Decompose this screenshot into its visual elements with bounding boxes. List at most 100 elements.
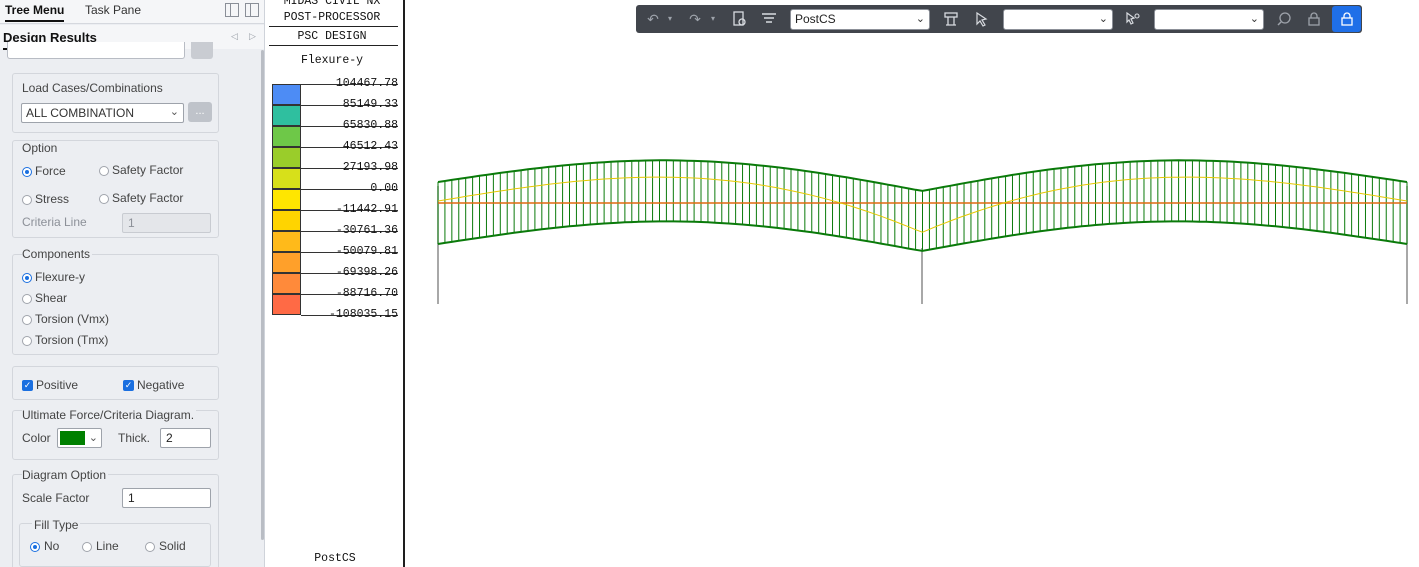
pointer-search-icon[interactable] bbox=[1124, 10, 1142, 28]
load-cases-group: Load Cases/Combinations ALL COMBINATION … bbox=[12, 73, 219, 133]
legend-color-band bbox=[272, 210, 301, 231]
panel-layout-icon[interactable] bbox=[225, 3, 239, 17]
load-case-browse-button[interactable]: ... bbox=[188, 102, 212, 122]
chevron-down-icon: ⌄ bbox=[88, 432, 98, 444]
chevron-down-icon: ⌄ bbox=[1249, 13, 1259, 25]
legend-value: 0.00 bbox=[370, 182, 398, 195]
flexure-diagram bbox=[437, 159, 1408, 304]
thick-label: Thick. bbox=[118, 431, 151, 445]
positive-checkbox[interactable]: ✓ bbox=[22, 380, 33, 391]
query-select[interactable]: ⌄ bbox=[1154, 9, 1264, 30]
legend-stage: PostCS bbox=[314, 552, 356, 565]
shear-radio[interactable] bbox=[22, 294, 32, 304]
legend-value: -69398.26 bbox=[335, 266, 398, 279]
fill-no-radio[interactable] bbox=[30, 542, 40, 552]
fill-type-group: Fill Type No Line Solid bbox=[19, 518, 211, 567]
criteria-line-label: Criteria Line bbox=[22, 215, 87, 229]
search-icon[interactable] bbox=[1275, 10, 1293, 28]
legend-value: -30761.36 bbox=[335, 224, 398, 237]
prev-arrow-icon[interactable]: ◁ bbox=[231, 31, 238, 42]
legend-color-band bbox=[272, 231, 301, 252]
chevron-down-icon: ⌄ bbox=[1098, 13, 1108, 25]
redo-icon[interactable]: ↷ bbox=[686, 10, 704, 28]
legend-header-design: PSC DESIGN bbox=[297, 30, 367, 43]
positive-label: Positive bbox=[36, 378, 79, 392]
legend-component: Flexure-y bbox=[300, 54, 364, 67]
color-picker[interactable]: ⌄ bbox=[57, 428, 102, 448]
stress-safety-label: Safety Factor bbox=[112, 191, 184, 205]
stage-select[interactable]: PostCS ⌄ bbox=[790, 9, 930, 30]
criteria-line-input[interactable]: 1 bbox=[122, 213, 211, 233]
flexure-y-radio[interactable] bbox=[22, 273, 32, 283]
force-label: Force bbox=[35, 164, 66, 178]
load-case-value: ALL COMBINATION bbox=[26, 106, 135, 120]
scale-factor-input[interactable]: 1 bbox=[122, 488, 211, 508]
model-viewport[interactable] bbox=[406, 36, 1419, 567]
fill-solid-radio[interactable] bbox=[145, 542, 155, 552]
torsion-vmx-radio[interactable] bbox=[22, 315, 32, 325]
panel-split-icon[interactable] bbox=[245, 3, 259, 17]
load-case-select[interactable]: ALL COMBINATION ⌄ bbox=[21, 103, 184, 123]
diagram-option-group: Diagram Option Scale Factor 1 Fill Type … bbox=[12, 468, 219, 567]
color-label: Color bbox=[22, 431, 51, 445]
diagram-option-label: Diagram Option bbox=[22, 468, 109, 482]
components-group: Components Flexure-y Shear Torsion (Vmx)… bbox=[12, 247, 219, 355]
next-arrow-icon[interactable]: ▷ bbox=[249, 31, 256, 42]
torsion-tmx-radio[interactable] bbox=[22, 336, 32, 346]
legend-color-band bbox=[272, 189, 301, 210]
fill-line-radio[interactable] bbox=[82, 542, 92, 552]
tab-task-pane[interactable]: Task Pane bbox=[85, 3, 141, 17]
pointer-icon[interactable] bbox=[973, 10, 991, 28]
legend-header-module: POST-PROCESSOR bbox=[283, 11, 381, 24]
design-type-select[interactable] bbox=[7, 42, 185, 59]
legend-color-band bbox=[272, 273, 301, 294]
lock-icon[interactable] bbox=[1305, 10, 1323, 28]
fill-no-label: No bbox=[44, 539, 60, 553]
structure-icon[interactable] bbox=[942, 10, 960, 28]
legend-value: -88716.70 bbox=[335, 287, 398, 300]
legend-value: 104467.78 bbox=[335, 77, 398, 90]
option-group: Option Force Safety Factor Stress Safety… bbox=[12, 140, 219, 238]
thick-input[interactable]: 2 bbox=[160, 428, 211, 448]
sign-filter-group: ✓ Positive ✓ Negative bbox=[12, 366, 219, 400]
undo-dropdown-icon[interactable]: ▾ bbox=[668, 14, 672, 23]
legend-value: -108035.15 bbox=[328, 308, 398, 321]
load-cases-label: Load Cases/Combinations bbox=[22, 81, 163, 95]
force-safety-label: Safety Factor bbox=[112, 163, 184, 177]
panel-tabs: Tree Menu Task Pane bbox=[0, 0, 264, 24]
selection-filter-select[interactable]: ⌄ bbox=[1003, 9, 1113, 30]
stress-safety-radio[interactable] bbox=[99, 194, 109, 204]
legend-color-band bbox=[272, 168, 301, 189]
fill-line-label: Line bbox=[96, 539, 119, 553]
legend-color-band bbox=[272, 84, 301, 105]
torsion-tmx-label: Torsion (Tmx) bbox=[35, 333, 109, 347]
tree-menu-panel: Tree Menu Task Pane Design Results ◁ ▷ L… bbox=[0, 0, 265, 567]
filter-icon[interactable] bbox=[760, 10, 778, 28]
shear-label: Shear bbox=[35, 291, 68, 305]
fill-type-label: Fill Type bbox=[32, 518, 81, 532]
components-label: Components bbox=[22, 247, 93, 261]
panel-scrollbar[interactable] bbox=[261, 50, 264, 540]
design-type-button[interactable] bbox=[191, 42, 213, 59]
legend-color-band bbox=[272, 294, 301, 315]
legend-divider bbox=[269, 45, 398, 46]
legend-value: 27193.98 bbox=[342, 161, 398, 174]
redo-dropdown-icon[interactable]: ▾ bbox=[711, 14, 715, 23]
floating-toolbar: ↶ ▾ ↷ ▾ PostCS ⌄ ⌄ ⌄ bbox=[636, 5, 1362, 33]
legend-value: 85149.33 bbox=[342, 98, 398, 111]
lock-active-icon[interactable] bbox=[1332, 6, 1361, 32]
force-radio[interactable] bbox=[22, 167, 32, 177]
stage-select-value: PostCS bbox=[795, 12, 836, 26]
tab-tree-menu[interactable]: Tree Menu bbox=[5, 3, 65, 22]
stress-label: Stress bbox=[35, 192, 70, 206]
legend-color-band bbox=[272, 126, 301, 147]
stress-radio[interactable] bbox=[22, 195, 32, 205]
force-safety-radio[interactable] bbox=[99, 166, 109, 176]
negative-checkbox[interactable]: ✓ bbox=[123, 380, 134, 391]
undo-icon[interactable]: ↶ bbox=[644, 10, 662, 28]
view-icon[interactable] bbox=[730, 10, 748, 28]
chevron-down-icon: ⌄ bbox=[169, 106, 179, 118]
legend-value: 46512.43 bbox=[342, 140, 398, 153]
legend-color-band bbox=[272, 105, 301, 126]
ultimate-force-label: Ultimate Force/Criteria Diagram. bbox=[22, 408, 197, 422]
